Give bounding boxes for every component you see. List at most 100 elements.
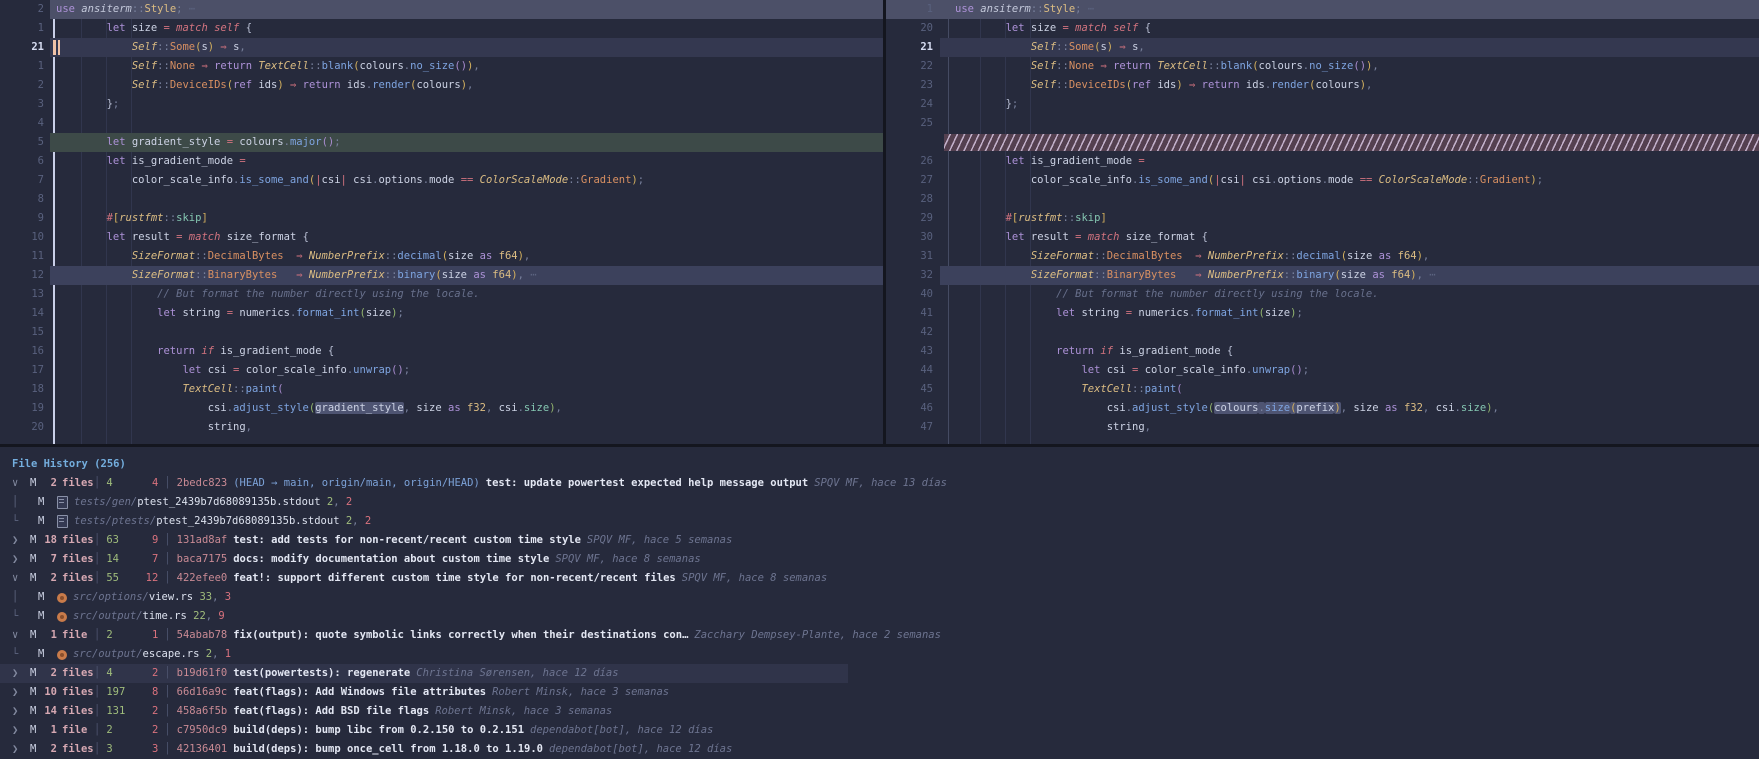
- line-number[interactable]: 32: [886, 266, 933, 285]
- line-number[interactable]: 15: [0, 323, 44, 342]
- line-number[interactable]: 3: [0, 95, 44, 114]
- line-number[interactable]: 41: [886, 304, 933, 323]
- changed-file-row[interactable]: └Msrc/output/time.rs 22, 9: [0, 607, 1759, 626]
- commit-row[interactable]: ❯M2files│42│b19d61f0test(powertests): re…: [0, 664, 1759, 683]
- line-number[interactable]: 18: [0, 380, 44, 399]
- commit-hash[interactable]: b19d61f0: [177, 664, 228, 683]
- line-number[interactable]: 16: [0, 342, 44, 361]
- code-line[interactable]: 2 Self::DeviceIDs(ref ids) ⇒ return ids.…: [0, 76, 883, 95]
- line-number[interactable]: 17: [0, 361, 44, 380]
- code-line[interactable]: 27 color_scale_info.is_some_and(|csi| cs…: [886, 171, 1759, 190]
- expand-chevron-icon[interactable]: ❯: [12, 664, 22, 683]
- collapse-chevron-icon[interactable]: ∨: [12, 474, 22, 493]
- commit-hash[interactable]: baca7175: [177, 550, 228, 569]
- line-number[interactable]: 40: [886, 285, 933, 304]
- line-number[interactable]: 29: [886, 209, 933, 228]
- commit-row[interactable]: ❯M7files│147│baca7175docs: modify docume…: [0, 550, 1759, 569]
- line-number[interactable]: 23: [886, 76, 933, 95]
- line-number[interactable]: 24: [886, 95, 933, 114]
- code-line[interactable]: 25: [886, 114, 1759, 133]
- code-line[interactable]: 29 #[rustfmt::skip]: [886, 209, 1759, 228]
- line-number[interactable]: 7: [0, 171, 44, 190]
- code-line[interactable]: 18 TextCell::paint(: [0, 380, 883, 399]
- code-line[interactable]: [886, 133, 1759, 152]
- line-number[interactable]: 45: [886, 380, 933, 399]
- line-number[interactable]: 21: [886, 38, 933, 57]
- line-number[interactable]: 46: [886, 399, 933, 418]
- commit-hash[interactable]: 458a6f5b: [177, 702, 228, 721]
- line-number[interactable]: 12: [0, 266, 44, 285]
- code-line[interactable]: 4: [0, 114, 883, 133]
- code-line[interactable]: 5 let gradient_style = colours.major();: [0, 133, 883, 152]
- commit-row[interactable]: ❯M1file│22│c7950dc9build(deps): bump lib…: [0, 721, 1759, 740]
- code-line[interactable]: 43 return if is_gradient_mode {: [886, 342, 1759, 361]
- commit-hash[interactable]: 42136401: [177, 740, 228, 759]
- line-number[interactable]: 1: [886, 0, 933, 19]
- expand-chevron-icon[interactable]: ❯: [12, 702, 22, 721]
- changed-file-row[interactable]: │Mtests/gen/ptest_2439b7d68089135b.stdou…: [0, 493, 1759, 512]
- code-line[interactable]: 21 Self::Some(s) ⇒ s,: [0, 38, 883, 57]
- code-line[interactable]: 30 let result = match size_format {: [886, 228, 1759, 247]
- changed-file-row[interactable]: └Msrc/output/escape.rs 2, 1: [0, 645, 1759, 664]
- code-line[interactable]: 9 #[rustfmt::skip]: [0, 209, 883, 228]
- line-number[interactable]: 2: [0, 0, 44, 19]
- code-line[interactable]: 26 let is_gradient_mode =: [886, 152, 1759, 171]
- line-number[interactable]: 8: [0, 190, 44, 209]
- code-line[interactable]: 42: [886, 323, 1759, 342]
- code-line[interactable]: 32 SizeFormat::BinaryBytes ⇒ NumberPrefi…: [886, 266, 1759, 285]
- expand-chevron-icon[interactable]: ❯: [12, 531, 22, 550]
- code-line[interactable]: 31 SizeFormat::DecimalBytes ⇒ NumberPref…: [886, 247, 1759, 266]
- line-number[interactable]: 26: [886, 152, 933, 171]
- commit-row[interactable]: ❯M10files│1978│66d16a9cfeat(flags): Add …: [0, 683, 1759, 702]
- collapse-chevron-icon[interactable]: ∨: [12, 626, 22, 645]
- line-number[interactable]: 19: [0, 399, 44, 418]
- code-line[interactable]: 10 let result = match size_format {: [0, 228, 883, 247]
- line-number[interactable]: 28: [886, 190, 933, 209]
- code-line[interactable]: 7 color_scale_info.is_some_and(|csi| csi…: [0, 171, 883, 190]
- line-number[interactable]: 5: [0, 133, 44, 152]
- code-line[interactable]: 8: [0, 190, 883, 209]
- code-line[interactable]: 41 let string = numerics.format_int(size…: [886, 304, 1759, 323]
- expand-chevron-icon[interactable]: ❯: [12, 550, 22, 569]
- line-number[interactable]: 11: [0, 247, 44, 266]
- commit-hash[interactable]: 66d16a9c: [177, 683, 228, 702]
- commit-hash[interactable]: c7950dc9: [177, 721, 228, 740]
- line-number[interactable]: 22: [886, 57, 933, 76]
- code-line[interactable]: 1 Self::None ⇒ return TextCell::blank(co…: [0, 57, 883, 76]
- line-number[interactable]: 1: [0, 19, 44, 38]
- file-name[interactable]: view.rs: [149, 588, 193, 607]
- commit-row[interactable]: ∨M2files│44│2bedc823(HEAD → main, origin…: [0, 474, 1759, 493]
- code-line[interactable]: 19 csi.adjust_style(gradient_style, size…: [0, 399, 883, 418]
- file-name[interactable]: time.rs: [143, 607, 187, 626]
- changed-file-row[interactable]: │Msrc/options/view.rs 33, 3: [0, 588, 1759, 607]
- code-line[interactable]: 14 let string = numerics.format_int(size…: [0, 304, 883, 323]
- code-line[interactable]: 12 SizeFormat::BinaryBytes ⇒ NumberPrefi…: [0, 266, 883, 285]
- collapse-chevron-icon[interactable]: ∨: [12, 569, 22, 588]
- line-number[interactable]: 31: [886, 247, 933, 266]
- code-line[interactable]: 46 csi.adjust_style(colours.size(prefix)…: [886, 399, 1759, 418]
- line-number[interactable]: 1: [0, 57, 44, 76]
- commit-row[interactable]: ❯M18files│639│131ad8aftest: add tests fo…: [0, 531, 1759, 550]
- code-line[interactable]: 2use ansiterm::Style; ⋯: [0, 0, 883, 19]
- line-number[interactable]: 2: [0, 76, 44, 95]
- code-line[interactable]: 20 let size = match self {: [886, 19, 1759, 38]
- code-line[interactable]: 16 return if is_gradient_mode {: [0, 342, 883, 361]
- file-name[interactable]: escape.rs: [143, 645, 200, 664]
- line-number[interactable]: 27: [886, 171, 933, 190]
- line-number[interactable]: 13: [0, 285, 44, 304]
- code-line[interactable]: 6 let is_gradient_mode =: [0, 152, 883, 171]
- changed-file-row[interactable]: └Mtests/ptests/ptest_2439b7d68089135b.st…: [0, 512, 1759, 531]
- commit-row[interactable]: ❯M14files│1312│458a6f5bfeat(flags): Add …: [0, 702, 1759, 721]
- commit-hash[interactable]: 2bedc823: [177, 474, 228, 493]
- line-number[interactable]: 21: [0, 38, 44, 57]
- code-line[interactable]: 21 Self::Some(s) ⇒ s,: [886, 38, 1759, 57]
- file-name[interactable]: ptest_2439b7d68089135b.stdout: [137, 493, 320, 512]
- line-number[interactable]: 25: [886, 114, 933, 133]
- expand-chevron-icon[interactable]: ❯: [12, 683, 22, 702]
- code-line[interactable]: 17 let csi = color_scale_info.unwrap();: [0, 361, 883, 380]
- code-line[interactable]: 1use ansiterm::Style; ⋯: [886, 0, 1759, 19]
- line-number[interactable]: 6: [0, 152, 44, 171]
- line-number[interactable]: 10: [0, 228, 44, 247]
- code-line[interactable]: 3 };: [0, 95, 883, 114]
- code-line[interactable]: 15: [0, 323, 883, 342]
